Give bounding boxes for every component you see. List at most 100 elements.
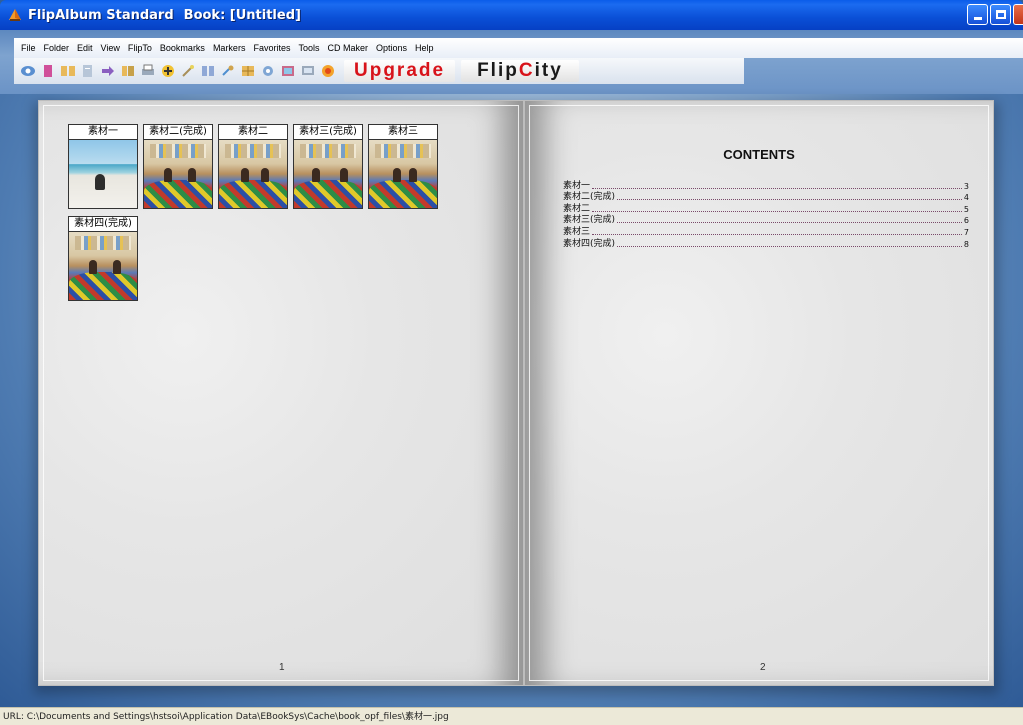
flipcity-button[interactable]: FlipCity xyxy=(461,60,579,82)
title-bar: FlipAlbum Standard Book: [Untitled] xyxy=(0,0,1023,30)
child-figure xyxy=(113,260,121,274)
child-figure xyxy=(188,168,196,182)
classroom-wall xyxy=(375,144,431,158)
contents-title: CONTENTS xyxy=(723,147,795,162)
toc-entry[interactable]: 素材二 5 xyxy=(563,202,969,214)
bookmark-icon[interactable] xyxy=(40,63,56,79)
toc-entry[interactable]: 素材二(完成) 4 xyxy=(563,191,969,203)
menu-bookmarks[interactable]: Bookmarks xyxy=(160,43,205,53)
print-icon[interactable] xyxy=(140,63,156,79)
flipcity-label-c: C xyxy=(518,60,535,81)
right-page[interactable]: CONTENTS 素材一 3 素材二(完成) 4 素材二 5 素材三(完成) 6 素材三… xyxy=(524,100,994,686)
maximize-icon xyxy=(995,10,1006,19)
flipalbum-app-icon[interactable] xyxy=(7,7,23,23)
person-figure xyxy=(95,174,105,190)
child-figure xyxy=(261,168,269,182)
menu-cd-maker[interactable]: CD Maker xyxy=(327,43,368,53)
close-button[interactable] xyxy=(1013,4,1023,25)
page-number: 1 xyxy=(279,662,285,673)
thumbnail[interactable]: 素材一 xyxy=(68,124,138,209)
toc-leader xyxy=(592,210,962,212)
page-number: 2 xyxy=(760,662,766,673)
thumbnail-caption: 素材三(完成) xyxy=(294,125,362,140)
frame-icon[interactable] xyxy=(280,63,296,79)
toc-entry[interactable]: 素材三(完成) 6 xyxy=(563,214,969,226)
search-icon[interactable] xyxy=(260,63,276,79)
menu-file[interactable]: File xyxy=(21,43,36,53)
thumbnail-caption: 素材四(完成) xyxy=(69,217,137,232)
menu-flipto[interactable]: FlipTo xyxy=(128,43,152,53)
thumbnail-image xyxy=(219,140,287,208)
thumbnail[interactable]: 素材二(完成) xyxy=(143,124,213,209)
menu-options[interactable]: Options xyxy=(376,43,407,53)
thumbnail-image xyxy=(69,232,137,300)
arrow-icon[interactable] xyxy=(100,63,116,79)
page-icon[interactable] xyxy=(80,63,96,79)
maximize-button[interactable] xyxy=(990,4,1011,25)
thumbnail-image xyxy=(69,140,137,208)
menu-view[interactable]: View xyxy=(101,43,120,53)
toc-leader xyxy=(592,187,962,189)
window-controls xyxy=(967,4,1023,25)
table-of-contents: 素材一 3 素材二(完成) 4 素材二 5 素材三(完成) 6 素材三 7 素材四(完成)… xyxy=(563,179,969,249)
toc-page: 3 xyxy=(963,181,969,191)
flipcity-label-suffix: ity xyxy=(534,60,563,81)
child-figure xyxy=(312,168,320,182)
child-figure xyxy=(340,168,348,182)
child-figure xyxy=(89,260,97,274)
album-icon[interactable] xyxy=(60,63,76,79)
toc-leader xyxy=(617,222,962,224)
thumbnail[interactable]: 素材四(完成) xyxy=(68,216,138,301)
magic-icon[interactable] xyxy=(180,63,196,79)
toc-leader xyxy=(617,245,962,247)
menu-tools[interactable]: Tools xyxy=(298,43,319,53)
menu-folder[interactable]: Folder xyxy=(44,43,70,53)
menu-markers[interactable]: Markers xyxy=(213,43,246,53)
thumbnail[interactable]: 素材二 xyxy=(218,124,288,209)
flip-icon[interactable] xyxy=(120,63,136,79)
classroom-rug xyxy=(219,180,287,208)
child-figure xyxy=(241,168,249,182)
child-figure xyxy=(409,168,417,182)
classroom-rug xyxy=(369,180,437,208)
split-icon[interactable] xyxy=(200,63,216,79)
app-name: FlipAlbum Standard xyxy=(28,7,174,23)
toc-entry[interactable]: 素材一 3 xyxy=(563,179,969,191)
menu-edit[interactable]: Edit xyxy=(77,43,93,53)
toc-leader xyxy=(592,233,962,235)
thumbnail[interactable]: 素材三 xyxy=(368,124,438,209)
classroom-rug xyxy=(144,180,212,208)
flipcity-label-prefix: Flip xyxy=(477,60,519,81)
minimize-button[interactable] xyxy=(967,4,988,25)
menu-bar: File Folder Edit View FlipTo Bookmarks M… xyxy=(14,38,1023,58)
toc-entry[interactable]: 素材四(完成) 8 xyxy=(563,237,969,249)
thumbnail-image xyxy=(294,140,362,208)
tools-icon[interactable] xyxy=(220,63,236,79)
add-icon[interactable] xyxy=(160,63,176,79)
toc-entry[interactable]: 素材三 7 xyxy=(563,225,969,237)
toc-page: 6 xyxy=(963,216,969,226)
menu-favorites[interactable]: Favorites xyxy=(253,43,290,53)
thumbnail-caption: 素材二 xyxy=(219,125,287,140)
toc-label: 素材四(完成) xyxy=(563,238,616,249)
grid-icon[interactable] xyxy=(240,63,256,79)
thumbnail-caption: 素材三 xyxy=(369,125,437,140)
classroom-wall xyxy=(300,144,356,158)
view-icon[interactable] xyxy=(20,63,36,79)
child-figure xyxy=(393,168,401,182)
toc-leader xyxy=(617,199,962,201)
thumbnail[interactable]: 素材三(完成) xyxy=(293,124,363,209)
thumbnail-image xyxy=(369,140,437,208)
toolbar: Upgrade FlipCity xyxy=(14,58,744,84)
classroom-rug xyxy=(69,272,137,300)
thumbnail-image xyxy=(144,140,212,208)
flame-icon[interactable] xyxy=(320,63,336,79)
toc-page: 4 xyxy=(963,193,969,203)
left-page[interactable]: 素材一 素材二(完成) 素材二 素材三(完成) 素材三 素材四(完成) 1 xyxy=(38,100,524,686)
classroom-rug xyxy=(294,180,362,208)
toc-page: 7 xyxy=(963,227,969,237)
menu-help[interactable]: Help xyxy=(415,43,434,53)
upgrade-button[interactable]: Upgrade xyxy=(344,60,456,82)
window-title: FlipAlbum Standard Book: [Untitled] xyxy=(28,8,301,23)
screen-icon[interactable] xyxy=(300,63,316,79)
